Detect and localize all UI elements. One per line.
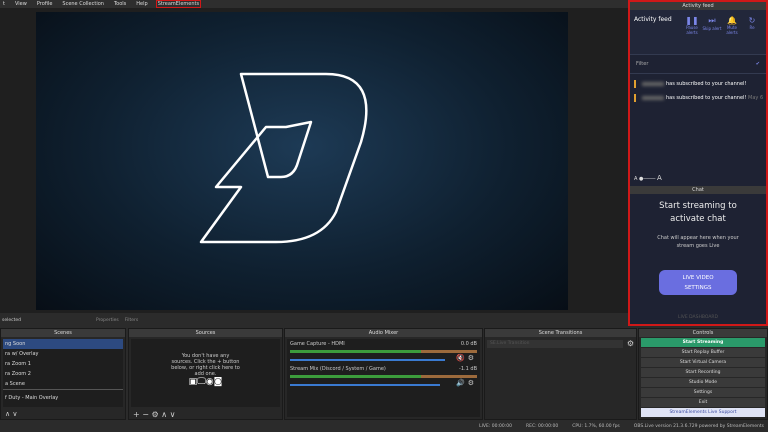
- start-recording-button[interactable]: Start Recording: [641, 368, 765, 377]
- menu-profile[interactable]: Profile: [36, 1, 54, 7]
- chat-subtext: Chat will appear here when your stream g…: [657, 235, 739, 249]
- exit-button[interactable]: Exit: [641, 398, 765, 407]
- channel-db: -1.1 dB: [459, 366, 477, 372]
- menu-tools[interactable]: Tools: [113, 1, 127, 7]
- channel-name: Stream Mix (Discord / System / Game): [290, 366, 386, 372]
- activity-event: has subscribed to your channel!: [634, 80, 766, 88]
- volume-fader[interactable]: [290, 384, 440, 386]
- streamelements-panel: Activity feed Activity feed ❚❚ Pause aler…: [628, 0, 768, 326]
- scene-item[interactable]: ng Soon: [3, 339, 123, 349]
- pause-alerts-button[interactable]: ❚❚ Pause alerts: [682, 16, 702, 48]
- scene-item[interactable]: ra Zoom 2: [3, 369, 123, 379]
- menu-bar: t View Profile Scene Collection Tools He…: [0, 0, 628, 8]
- scenes-list: ng Soon ra w/ Overlay ra Zoom 1 ra Zoom …: [3, 339, 123, 407]
- bell-icon: 🔔: [727, 16, 737, 25]
- source-toolbar: selected Properties Filters: [0, 313, 628, 328]
- activity-feed-title: Activity feed: [634, 16, 672, 23]
- controls-dock: Controls Start Streaming Start Replay Bu…: [638, 328, 768, 420]
- scenes-dock: Scenes ng Soon ra w/ Overlay ra Zoom 1 r…: [0, 328, 126, 420]
- skip-icon: ⏭: [708, 16, 716, 25]
- skip-alert-button[interactable]: ⏭ Skip alert: [702, 16, 722, 48]
- scene-transitions-title: Scene Transitions: [485, 329, 636, 337]
- start-virtual-camera-button[interactable]: Start Virtual Camera: [641, 358, 765, 367]
- activity-feed-dock-title: Activity feed: [630, 2, 766, 10]
- check-icon[interactable]: ✔: [756, 61, 760, 67]
- live-dashboard-link[interactable]: LIVE DASHBOARD: [630, 315, 766, 320]
- scene-item[interactable]: a Scene: [3, 379, 123, 390]
- live-support-button[interactable]: StreamElements Live Support: [641, 408, 765, 417]
- activity-event: has subscribed to your channel! May 6: [634, 94, 766, 102]
- source-type-icons: ▣🖵◉◙: [188, 377, 223, 387]
- scene-item[interactable]: ra Zoom 1: [3, 359, 123, 369]
- gear-icon[interactable]: ⚙: [468, 379, 474, 387]
- studio-mode-button[interactable]: Studio Mode: [641, 378, 765, 387]
- channel-name: Game Capture - HDMI: [290, 341, 345, 347]
- chat-dock-title: Chat: [630, 186, 766, 194]
- audio-mixer-dock: Audio Mixer Game Capture - HDMI 0.0 dB 🔇 ⚙…: [284, 328, 483, 420]
- status-bar: LIVE: 00:00:00 REC: 00:00:00 CPU: 1.7%, …: [0, 420, 768, 432]
- volume-meter: [290, 375, 477, 378]
- live-video-settings-button[interactable]: LIVE VIDEO SETTINGS: [659, 270, 737, 295]
- scene-item[interactable]: f Duty - Main Overlay: [3, 393, 123, 403]
- scene-move-buttons[interactable]: ∧ ∨: [5, 410, 17, 418]
- start-streaming-button[interactable]: Start Streaming: [641, 338, 765, 347]
- version-text: OBS.Live version 21.3.6.729 powered by S…: [633, 423, 764, 429]
- audio-mixer-title: Audio Mixer: [285, 329, 482, 337]
- live-timer: LIVE: 00:00:00: [479, 423, 512, 429]
- controls-title: Controls: [639, 329, 767, 337]
- scene-transitions-dock: Scene Transitions SE.Live Transition ⚙: [484, 328, 637, 420]
- menu-view[interactable]: View: [14, 1, 28, 7]
- volume-meter: [290, 350, 477, 353]
- replay-icon: ↻: [748, 16, 756, 25]
- rec-timer: REC: 00:00:00: [526, 423, 559, 429]
- pause-icon: ❚❚: [685, 16, 699, 25]
- settings-button[interactable]: Settings: [641, 388, 765, 397]
- transition-select[interactable]: SE.Live Transition: [487, 339, 623, 348]
- volume-fader[interactable]: [290, 359, 445, 361]
- gear-icon[interactable]: ⚙: [627, 339, 634, 348]
- muted-speaker-icon[interactable]: 🔇: [456, 354, 465, 362]
- speaker-icon[interactable]: 🔊: [456, 379, 465, 387]
- sources-list[interactable]: You don't have any sources. Click the + …: [131, 339, 280, 407]
- add-remove-source-buttons[interactable]: + − ⚙ ∧ ∨: [133, 410, 175, 419]
- chat-heading: Start streaming to activate chat: [659, 201, 737, 224]
- sources-dock: Sources You don't have any sources. Clic…: [128, 328, 283, 420]
- sources-title: Sources: [129, 329, 282, 337]
- preview-canvas[interactable]: [36, 12, 568, 310]
- scene-item[interactable]: ra w/ Overlay: [3, 349, 123, 359]
- menu-file[interactable]: t: [2, 1, 6, 7]
- menu-streamelements[interactable]: StreamElements: [155, 0, 202, 8]
- no-source-selected: selected: [2, 318, 21, 323]
- menu-help[interactable]: Help: [135, 1, 148, 7]
- sources-empty-text: You don't have any sources. Click the + …: [171, 353, 240, 377]
- filter-dropdown[interactable]: Filter: [636, 61, 648, 67]
- mixer-channels: Game Capture - HDMI 0.0 dB 🔇 ⚙ Stream Mix …: [287, 339, 480, 417]
- channel-db: 0.0 dB: [460, 341, 477, 347]
- replay-button[interactable]: ↻ Re: [742, 16, 762, 48]
- logo-d-icon: [199, 72, 368, 244]
- font-size-slider[interactable]: A ●──── A: [634, 174, 662, 182]
- gear-icon[interactable]: ⚙: [468, 354, 474, 362]
- scenes-title: Scenes: [1, 329, 125, 337]
- filters-button[interactable]: Filters: [125, 318, 139, 323]
- menu-scene-collection[interactable]: Scene Collection: [61, 1, 105, 7]
- cpu-usage: CPU: 1.7%, 60.00 fps: [572, 423, 620, 429]
- start-replay-buffer-button[interactable]: Start Replay Buffer: [641, 348, 765, 357]
- mute-alerts-button[interactable]: 🔔 Mute alerts: [722, 16, 742, 48]
- properties-button[interactable]: Properties: [90, 318, 125, 323]
